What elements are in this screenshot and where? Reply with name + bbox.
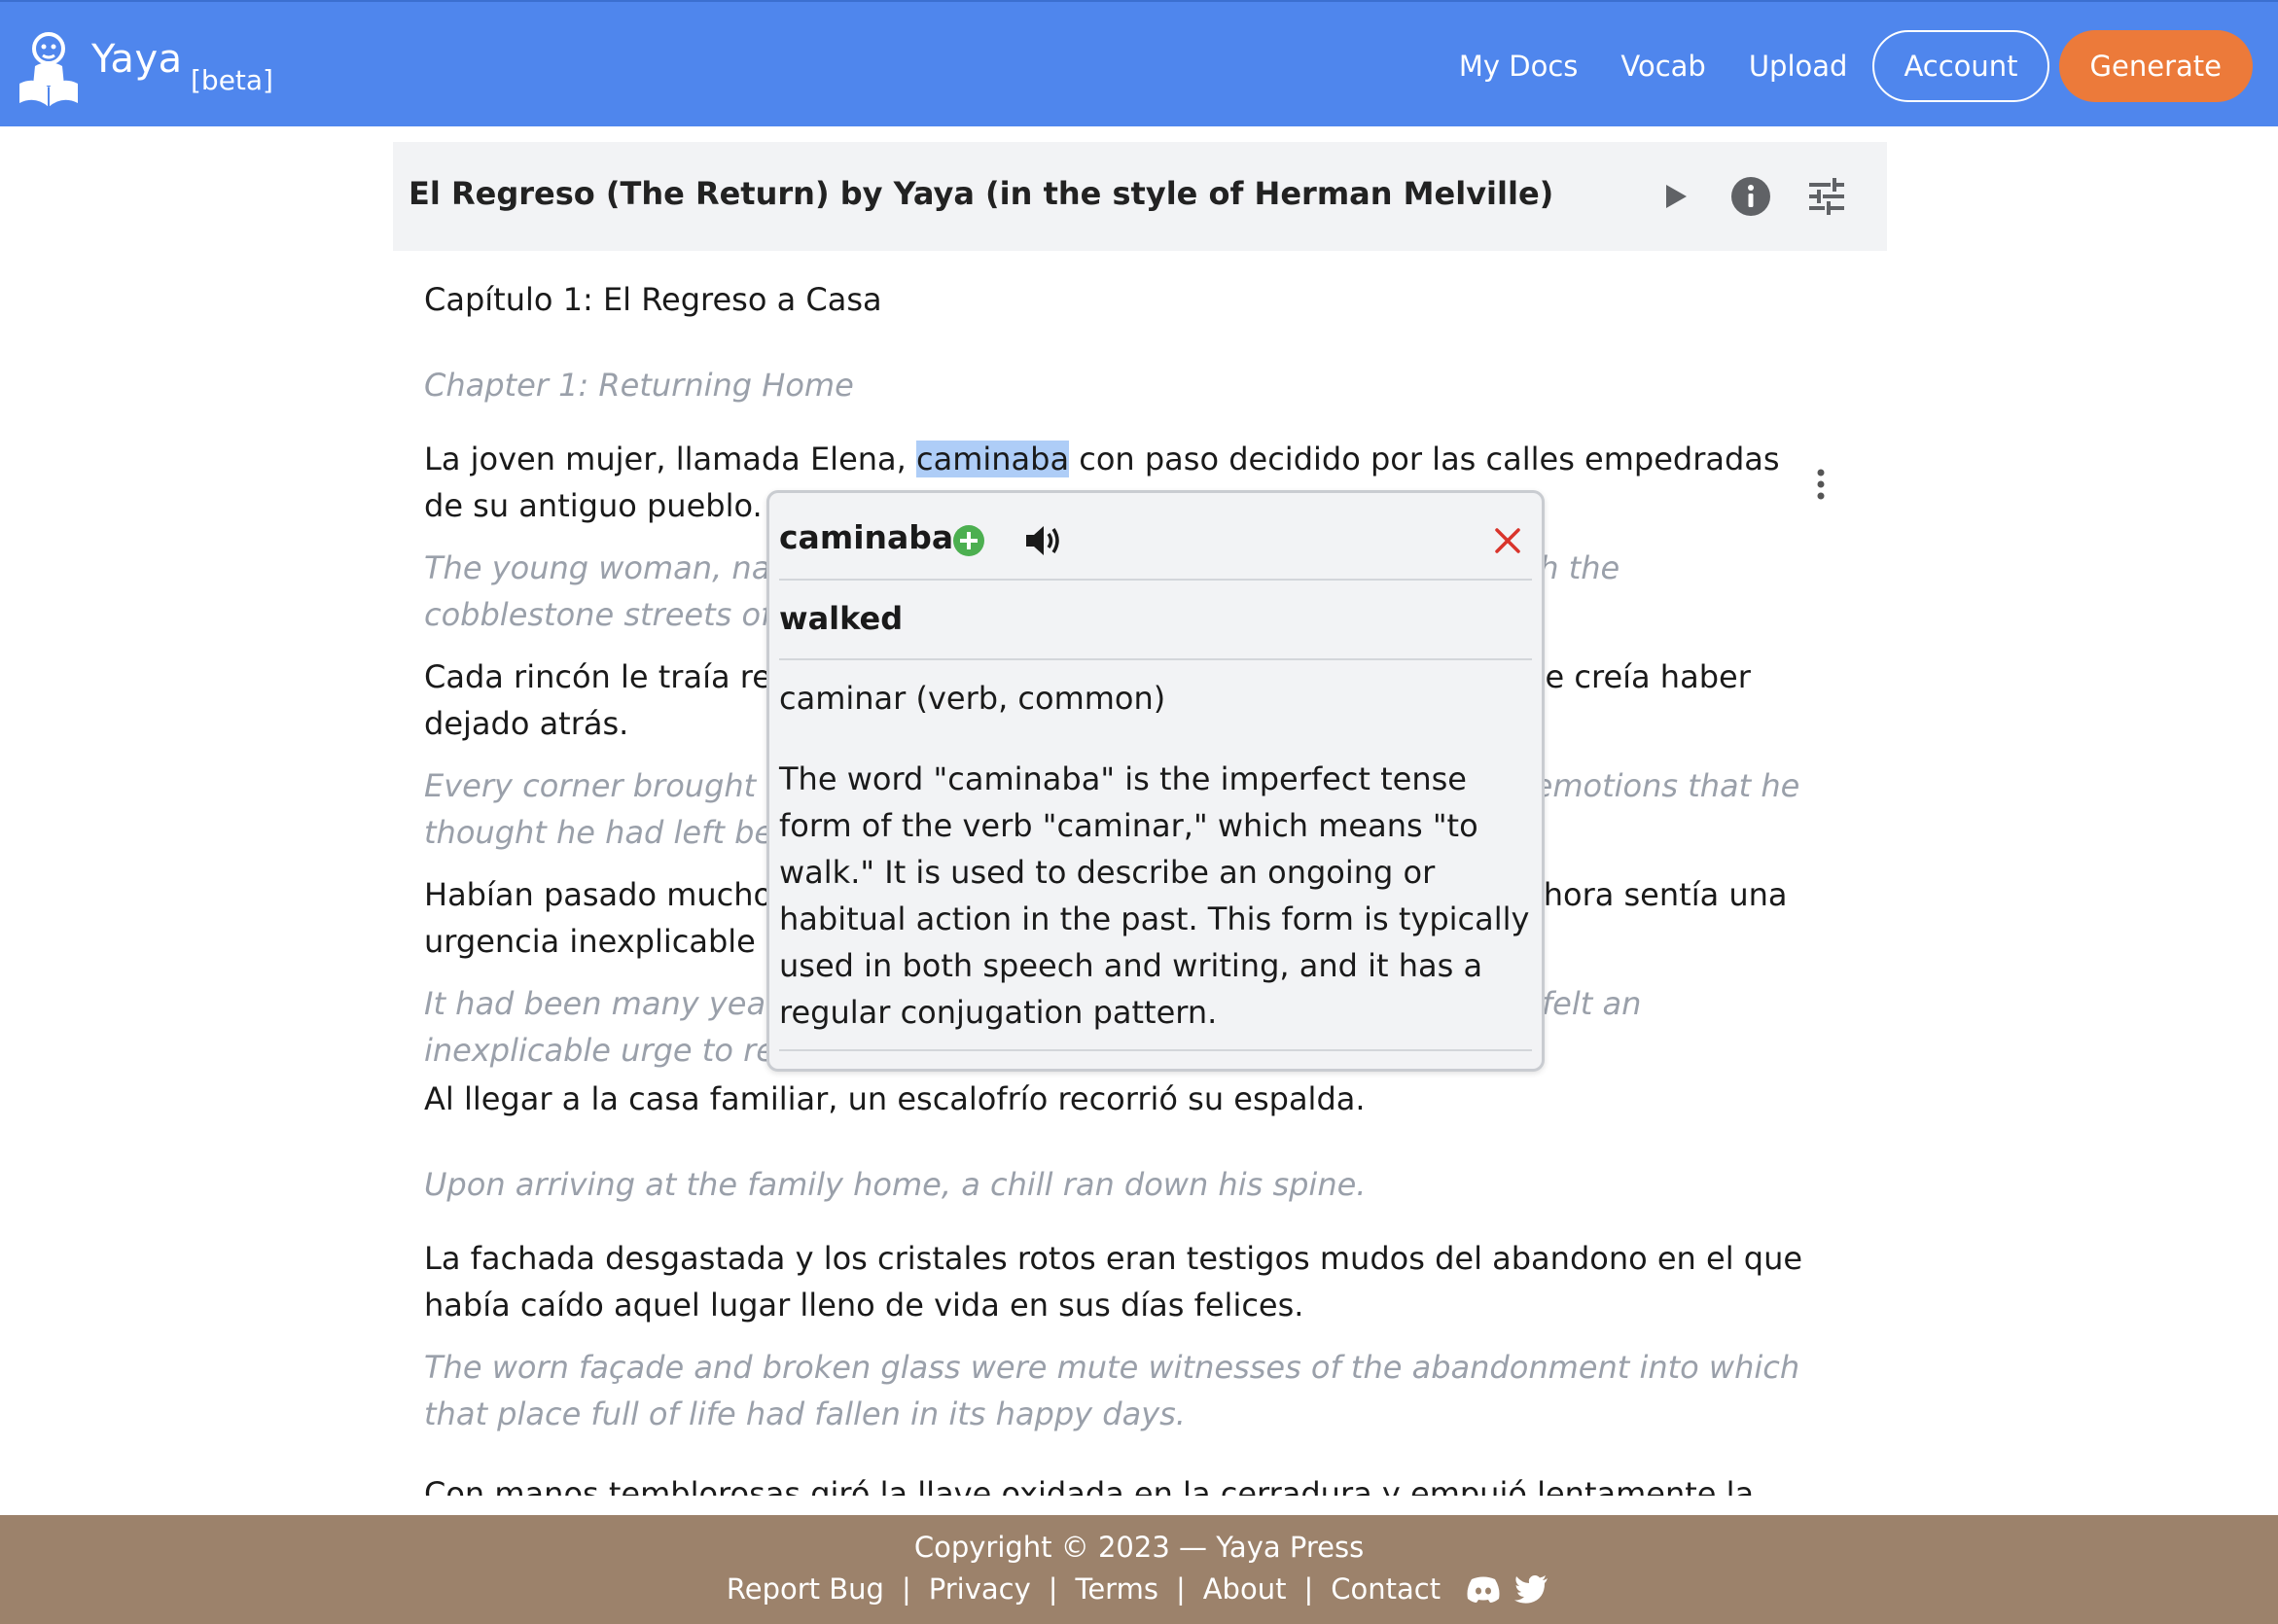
top-navbar: Yaya [beta] My Docs Vocab Upload Account… (0, 0, 2278, 126)
word-lemma: caminar (verb, common) (779, 680, 1166, 717)
info-icon[interactable] (1726, 171, 1776, 222)
nav-my-docs[interactable]: My Docs (1459, 50, 1579, 83)
separator: | (1303, 1572, 1314, 1606)
popup-divider (779, 579, 1532, 581)
twitter-icon[interactable] (1513, 1570, 1551, 1608)
copyright: Copyright © 2023 — Yaya Press (913, 1531, 1365, 1564)
document-header: El Regreso (The Return) by Yaya (in the … (393, 142, 1887, 251)
spanish-sentence[interactable]: Con manos temblorosas giró la llave oxid… (424, 1470, 1805, 1496)
popup-divider (779, 1049, 1532, 1051)
separator: | (901, 1572, 911, 1606)
footer-links: Report Bug | Privacy | Terms | About | C… (0, 1570, 2278, 1608)
play-icon[interactable] (1650, 171, 1700, 222)
speaker-icon[interactable] (1022, 520, 1063, 561)
english-translation: Upon arriving at the family home, a chil… (424, 1166, 1367, 1203)
sentence-text[interactable]: La joven mujer, llamada Elena, (424, 441, 916, 477)
more-options-icon[interactable] (1809, 467, 1833, 502)
popup-divider (779, 658, 1532, 660)
english-translation: Chapter 1: Returning Home (424, 367, 854, 404)
word-explanation: The word "caminaba" is the imperfect ten… (779, 760, 1530, 1031)
page-footer: Copyright © 2023 — Yaya Press Report Bug… (0, 1515, 2278, 1624)
popup-word: caminaba (779, 518, 954, 556)
spanish-sentence[interactable]: La fachada desgastada y los cristales ro… (424, 1235, 1805, 1328)
document-title: El Regreso (The Return) by Yaya (in the … (409, 175, 1554, 212)
selected-word[interactable]: caminaba (915, 441, 1070, 477)
brand-name[interactable]: Yaya (91, 37, 183, 82)
discord-icon[interactable] (1464, 1570, 1503, 1608)
beta-badge: [beta] (191, 64, 273, 96)
separator: | (1175, 1572, 1186, 1606)
brand[interactable]: Yaya [beta] (18, 23, 273, 111)
word-translation: walked (779, 600, 904, 637)
add-to-vocab-icon[interactable] (952, 524, 985, 557)
privacy-link[interactable]: Privacy (929, 1572, 1031, 1606)
nav-upload[interactable]: Upload (1749, 50, 1848, 83)
popup-header: caminaba (779, 516, 1528, 565)
english-translation: The worn façade and broken glass were mu… (424, 1349, 1800, 1432)
close-icon[interactable] (1493, 526, 1522, 555)
report-bug-link[interactable]: Report Bug (727, 1572, 884, 1606)
tune-icon[interactable] (1801, 171, 1852, 222)
word-definition-popup: caminaba walked caminar (verb, common) T… (766, 490, 1545, 1072)
contact-link[interactable]: Contact (1331, 1572, 1441, 1606)
document-toolbar (1624, 171, 1852, 222)
account-button[interactable]: Account (1872, 30, 2049, 102)
nav-vocab[interactable]: Vocab (1620, 50, 1705, 83)
terms-link[interactable]: Terms (1076, 1572, 1158, 1606)
duck-reading-logo-icon (19, 32, 78, 107)
generate-button[interactable]: Generate (2058, 30, 2253, 102)
spanish-sentence[interactable]: Capítulo 1: El Regreso a Casa (424, 276, 1805, 323)
spanish-sentence[interactable]: Al llegar a la casa familiar, un escalof… (424, 1076, 1805, 1122)
main-nav: My Docs Vocab Upload Account Generate (1459, 29, 2253, 103)
separator: | (1048, 1572, 1058, 1606)
about-link[interactable]: About (1203, 1572, 1287, 1606)
